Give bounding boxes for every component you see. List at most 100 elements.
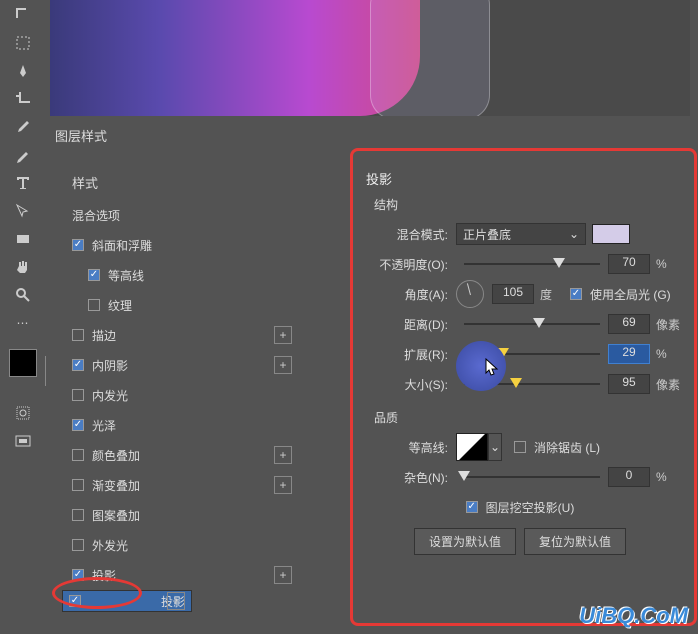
screenmode-icon[interactable] bbox=[13, 431, 33, 451]
contour-picker[interactable] bbox=[456, 433, 488, 461]
inner-shadow-row[interactable]: 内阴影 + bbox=[62, 350, 298, 380]
canvas-glass-shape bbox=[370, 0, 490, 116]
drop-shadow1-label: 投影 bbox=[92, 567, 116, 584]
crop-tool-icon[interactable] bbox=[13, 89, 33, 109]
distance-label: 距离(D): bbox=[360, 316, 456, 333]
drop-shadow-row-1[interactable]: 投影 + bbox=[62, 560, 298, 590]
opacity-slider[interactable] bbox=[464, 257, 600, 271]
satin-checkbox[interactable] bbox=[72, 419, 84, 431]
contour-row[interactable]: 等高线 bbox=[62, 260, 298, 290]
size-input[interactable]: 95 bbox=[608, 374, 650, 394]
contour-dropdown-icon[interactable]: ⌄ bbox=[488, 433, 502, 461]
drop-shadow-row-2[interactable]: 投影+ bbox=[62, 590, 192, 612]
angle-input[interactable]: 105 bbox=[492, 284, 534, 304]
inner-shadow-label: 内阴影 bbox=[92, 357, 128, 374]
canvas-area[interactable] bbox=[50, 0, 690, 116]
knockout-label: 图层挖空投影(U) bbox=[486, 499, 575, 516]
drop-shadow1-checkbox[interactable] bbox=[72, 569, 84, 581]
pen-tool-icon[interactable] bbox=[13, 145, 33, 165]
antialias-checkbox[interactable] bbox=[514, 441, 526, 453]
rect-tool-icon[interactable] bbox=[13, 229, 33, 249]
inner-shadow-add-icon[interactable]: + bbox=[274, 356, 292, 374]
reset-default-button[interactable]: 复位为默认值 bbox=[524, 528, 626, 555]
texture-checkbox[interactable] bbox=[88, 299, 100, 311]
angle-label: 角度(A): bbox=[360, 286, 456, 303]
noise-unit: % bbox=[656, 470, 680, 484]
spread-input[interactable]: 29 bbox=[608, 344, 650, 364]
blend-mode-dropdown[interactable]: 正片叠底 ⌄ bbox=[456, 223, 586, 245]
color-overlay-row[interactable]: 颜色叠加+ bbox=[62, 440, 298, 470]
chevron-down-icon: ⌄ bbox=[569, 227, 579, 241]
gradient-overlay-label: 渐变叠加 bbox=[92, 477, 140, 494]
drop-shadow2-checkbox[interactable] bbox=[69, 595, 81, 607]
antialias-label: 消除锯齿 (L) bbox=[534, 439, 600, 456]
blend-options-row[interactable]: 混合选项 bbox=[62, 200, 298, 230]
styles-header: 样式 bbox=[62, 165, 298, 200]
make-default-button[interactable]: 设置为默认值 bbox=[414, 528, 516, 555]
drop-shadow2-add-icon[interactable]: + bbox=[167, 592, 185, 610]
texture-label: 纹理 bbox=[108, 297, 132, 314]
opacity-unit: % bbox=[656, 257, 680, 271]
pattern-overlay-checkbox[interactable] bbox=[72, 509, 84, 521]
color-overlay-checkbox[interactable] bbox=[72, 449, 84, 461]
spread-unit: % bbox=[656, 347, 680, 361]
spread-slider[interactable] bbox=[464, 347, 600, 361]
gradient-overlay-checkbox[interactable] bbox=[72, 479, 84, 491]
distance-input[interactable]: 69 bbox=[608, 314, 650, 334]
angle-dial[interactable] bbox=[456, 280, 484, 308]
satin-label: 光泽 bbox=[92, 417, 116, 434]
hand-tool-icon[interactable] bbox=[13, 257, 33, 277]
pattern-overlay-row[interactable]: 图案叠加 bbox=[62, 500, 298, 530]
size-unit: 像素 bbox=[656, 376, 680, 393]
satin-row[interactable]: 光泽 bbox=[62, 410, 298, 440]
drop-shadow-detail-panel: 投影 结构 混合模式: 正片叠底⌄ 不透明度(O): 70 % 角度(A): 1… bbox=[352, 157, 688, 607]
stroke-row[interactable]: 描边 + bbox=[62, 320, 298, 350]
bevel-row[interactable]: 斜面和浮雕 bbox=[62, 230, 298, 260]
opacity-label: 不透明度(O): bbox=[360, 256, 456, 273]
quality-contour-label: 等高线: bbox=[360, 439, 456, 456]
styles-list-panel: 样式 混合选项 斜面和浮雕 等高线 纹理 描边 + 内阴影 + 内发光 光泽 颜色叠… bbox=[62, 165, 298, 605]
inner-glow-row[interactable]: 内发光 bbox=[62, 380, 298, 410]
type-tool-icon[interactable] bbox=[13, 173, 33, 193]
zoom-tool-icon[interactable] bbox=[13, 285, 33, 305]
stroke-checkbox[interactable] bbox=[72, 329, 84, 341]
opacity-input[interactable]: 70 bbox=[608, 254, 650, 274]
outer-glow-checkbox[interactable] bbox=[72, 539, 84, 551]
more-tool-icon[interactable]: ⋯ bbox=[13, 313, 33, 333]
outer-glow-label: 外发光 bbox=[92, 537, 128, 554]
stroke-label: 描边 bbox=[92, 327, 116, 344]
path-tool-icon[interactable] bbox=[13, 201, 33, 221]
contour-checkbox[interactable] bbox=[88, 269, 100, 281]
texture-row[interactable]: 纹理 bbox=[62, 290, 298, 320]
brush-tool-icon[interactable] bbox=[13, 61, 33, 81]
noise-input[interactable]: 0 bbox=[608, 467, 650, 487]
drop-shadow-add-icon[interactable]: + bbox=[274, 566, 292, 584]
contour-label: 等高线 bbox=[108, 267, 144, 284]
eyedropper-tool-icon[interactable] bbox=[13, 117, 33, 137]
inner-shadow-checkbox[interactable] bbox=[72, 359, 84, 371]
global-light-checkbox[interactable] bbox=[570, 288, 582, 300]
inner-glow-checkbox[interactable] bbox=[72, 389, 84, 401]
size-slider[interactable] bbox=[464, 377, 600, 391]
foreground-color-swatch[interactable] bbox=[9, 349, 37, 377]
angle-unit: 度 bbox=[540, 286, 564, 303]
noise-slider[interactable] bbox=[464, 470, 600, 484]
quickmask-icon[interactable] bbox=[13, 403, 33, 423]
bevel-label: 斜面和浮雕 bbox=[92, 237, 152, 254]
bevel-checkbox[interactable] bbox=[72, 239, 84, 251]
blend-mode-label: 混合模式: bbox=[360, 226, 456, 243]
blend-mode-value: 正片叠底 bbox=[463, 226, 511, 243]
color-overlay-add-icon[interactable]: + bbox=[274, 446, 292, 464]
outer-glow-row[interactable]: 外发光 bbox=[62, 530, 298, 560]
shadow-color-swatch[interactable] bbox=[592, 224, 630, 244]
watermark: UiBQ.CoM bbox=[579, 603, 688, 629]
distance-slider[interactable] bbox=[464, 317, 600, 331]
noise-label: 杂色(N): bbox=[360, 469, 456, 486]
gradient-overlay-row[interactable]: 渐变叠加 + bbox=[62, 470, 298, 500]
knockout-checkbox[interactable] bbox=[466, 501, 478, 513]
distance-unit: 像素 bbox=[656, 316, 680, 333]
marquee-tool-icon[interactable] bbox=[13, 33, 33, 53]
gradient-overlay-add-icon[interactable]: + bbox=[274, 476, 292, 494]
stroke-add-icon[interactable]: + bbox=[274, 326, 292, 344]
move-tool-icon[interactable] bbox=[13, 5, 33, 25]
